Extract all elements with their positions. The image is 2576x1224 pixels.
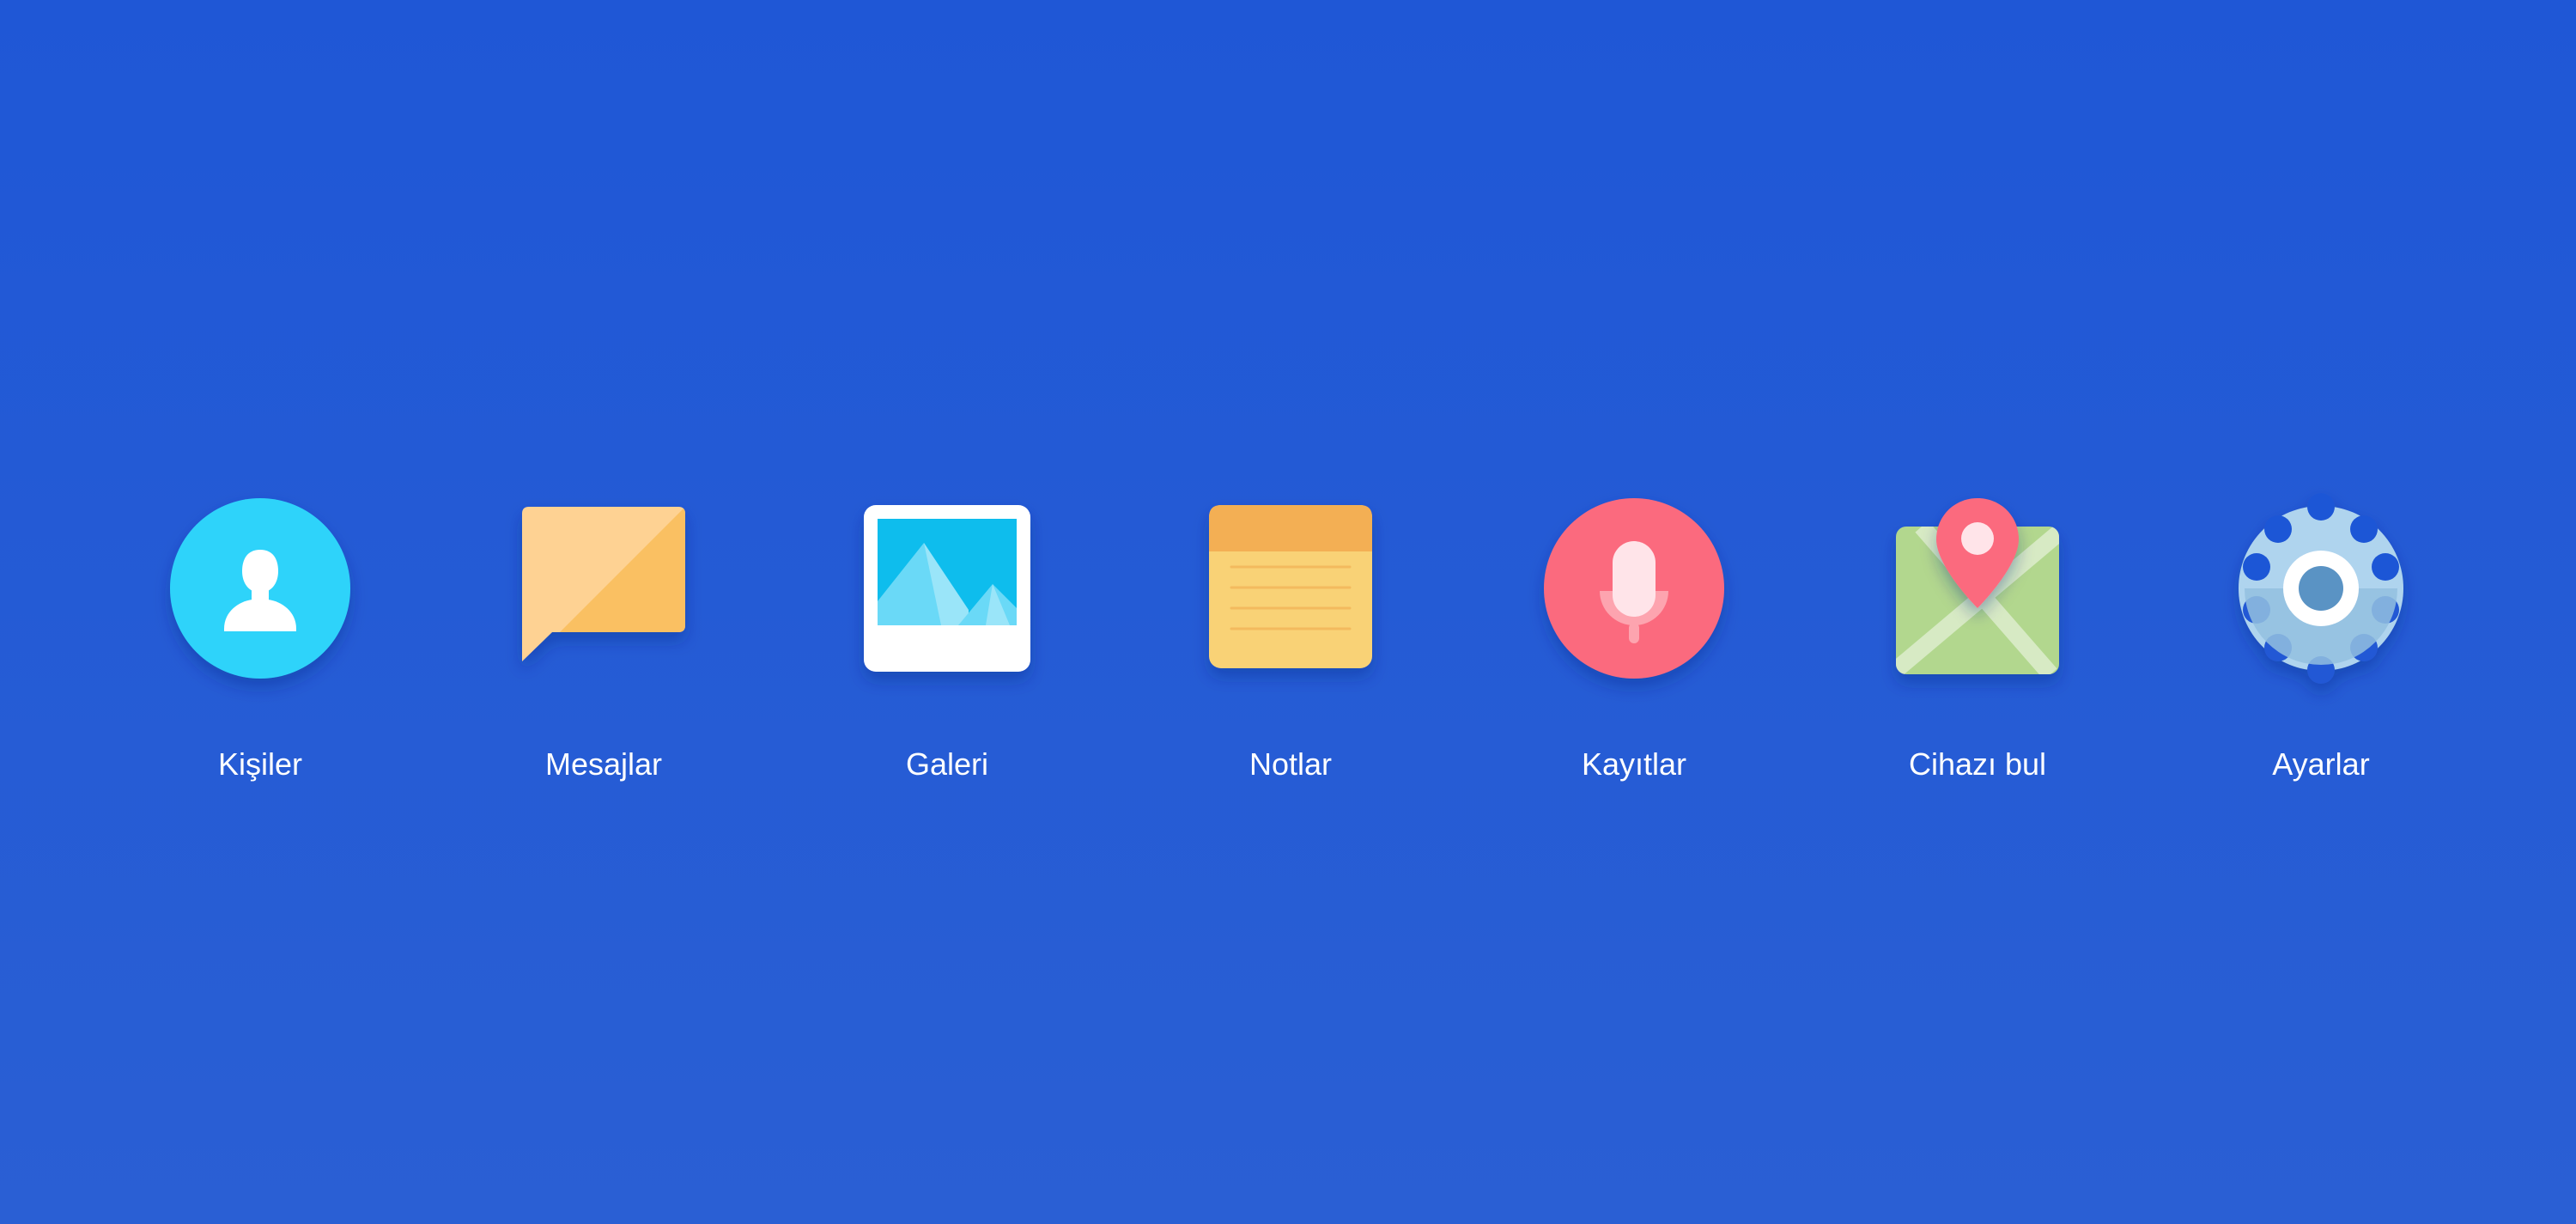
app-label-recorder: Kayıtlar xyxy=(1581,746,1687,782)
app-notes[interactable]: Notlar xyxy=(1162,498,1419,825)
notes-icon xyxy=(1209,505,1372,668)
messages-icon xyxy=(522,507,685,661)
app-messages[interactable]: Mesajlar xyxy=(475,498,732,825)
app-label-gallery: Galeri xyxy=(905,746,989,782)
contacts-icon xyxy=(170,498,350,679)
app-label-settings: Ayarlar xyxy=(2272,746,2370,782)
desktop-background: { "background_colors": ["#1F57D6", "#2A5… xyxy=(0,0,2576,1224)
app-settings[interactable]: Ayarlar xyxy=(2192,493,2450,825)
app-label-find-device: Cihazı bul xyxy=(1908,746,2047,782)
find-device-icon xyxy=(1896,498,2059,674)
app-gallery[interactable]: Galeri xyxy=(818,498,1076,825)
gallery-icon xyxy=(864,505,1030,672)
settings-icon xyxy=(2239,493,2403,684)
app-contacts[interactable]: Kişiler xyxy=(131,498,389,825)
app-label-notes: Notlar xyxy=(1249,746,1333,782)
app-label-contacts: Kişiler xyxy=(217,746,302,782)
app-find-device[interactable]: Cihazı bul xyxy=(1849,498,2106,825)
recorder-icon xyxy=(1544,498,1724,679)
app-label-messages: Mesajlar xyxy=(544,746,663,782)
app-recorder[interactable]: Kayıtlar xyxy=(1505,498,1763,825)
